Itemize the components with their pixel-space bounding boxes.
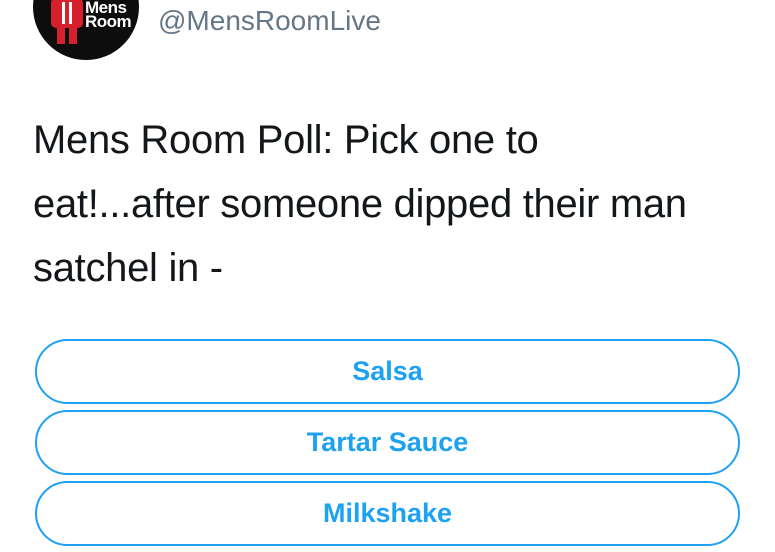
mens-room-figure-icon (51, 0, 83, 44)
poll: Salsa Tartar Sauce Milkshake (35, 339, 740, 552)
tweet-text: Mens Room Poll: Pick one to eat!...after… (33, 108, 753, 300)
poll-option-milkshake[interactable]: Milkshake (35, 481, 740, 546)
logo-line-2: Room (85, 12, 132, 31)
poll-option-tartar-sauce[interactable]: Tartar Sauce (35, 410, 740, 475)
user-handle[interactable]: @MensRoomLive (158, 5, 381, 37)
tweet-text-line: satchel in - (33, 246, 223, 290)
tweet-text-line: Mens Room Poll: Pick one to (33, 118, 539, 162)
avatar-logo-text: Mens Room (85, 0, 132, 31)
avatar[interactable]: Mens Room (33, 0, 139, 60)
poll-option-salsa[interactable]: Salsa (35, 339, 740, 404)
tweet-text-line: eat!...after someone dipped their man (33, 182, 687, 226)
